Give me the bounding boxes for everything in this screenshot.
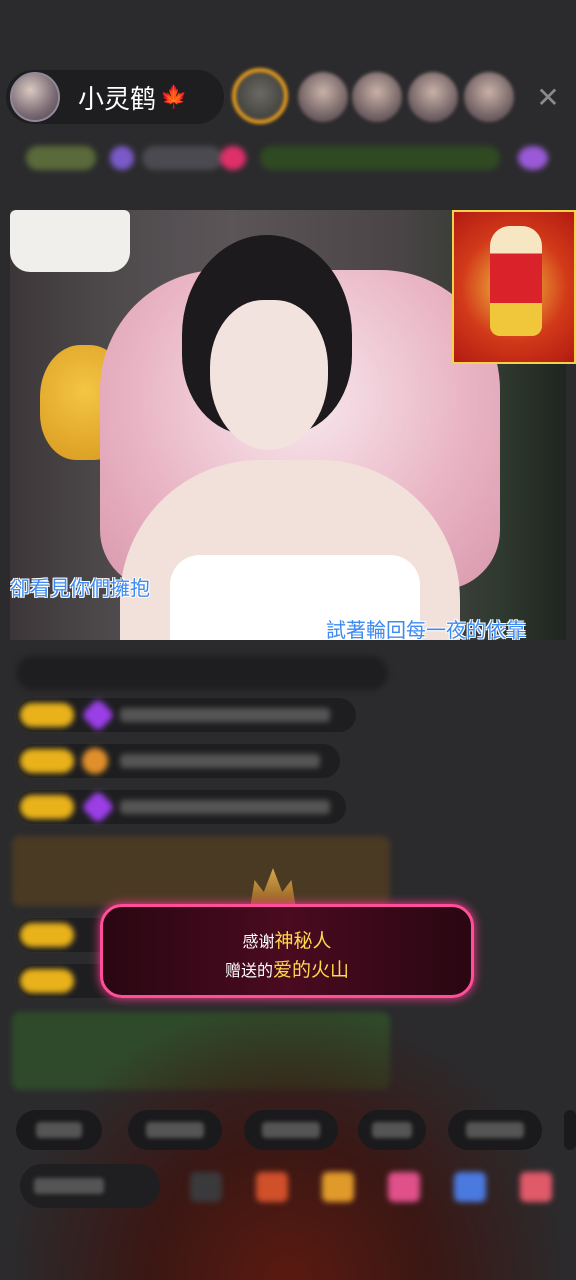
quick-reply-button[interactable] [358,1110,426,1150]
gift-notification: 感谢神秘人 赠送的爱的火山 [100,904,474,998]
lamp [10,210,130,272]
gift-icon [82,748,108,774]
viewer-avatar[interactable] [298,72,348,122]
gift-name-line: 赠送的爱的火山 [224,959,350,981]
game-icon[interactable] [454,1172,486,1202]
emoji-icon[interactable] [190,1172,222,1202]
lyric-right: 試著輪回每一夜的依靠 [326,618,526,640]
level-badge [20,749,74,773]
comment-input[interactable] [20,1164,160,1208]
interaction-icon[interactable] [388,1172,420,1202]
quick-reply-button[interactable] [16,1110,102,1150]
level-badge [20,795,74,819]
streamer-face [210,300,328,450]
diamond-icon [81,790,115,824]
ranking-bar[interactable] [14,138,564,178]
viewer-avatar[interactable] [408,72,458,122]
chat-message[interactable] [16,744,340,778]
chat-message[interactable] [16,790,346,824]
more-gift-icon[interactable] [520,1172,552,1202]
quick-reply-button[interactable] [564,1110,576,1150]
gift-name: 爱的火山 [273,959,350,981]
quick-reply-button[interactable] [128,1110,222,1150]
quick-reply-button[interactable] [448,1110,542,1150]
level-badge [20,923,74,947]
gift-thanks-line: 感谢神秘人 [242,930,332,952]
gift-sender: 神秘人 [274,930,332,952]
gift-box-icon[interactable] [256,1172,288,1202]
host-profile-pill[interactable]: 小灵鹤 🍁 [6,70,224,124]
level-badge [20,703,74,727]
close-icon[interactable]: ✕ [530,80,566,116]
fortune-god-figure [490,226,542,336]
chat-message[interactable] [12,836,390,906]
chat-message[interactable] [16,698,356,732]
lyric-left: 卻看見你們擁抱 [10,576,150,600]
diamond-icon [81,698,115,732]
viewer-avatar[interactable] [464,72,514,122]
treasure-icon[interactable] [322,1172,354,1202]
quick-reply-button[interactable] [244,1110,338,1150]
host-avatar[interactable] [10,72,60,122]
fortune-god-sticker [452,210,576,364]
level-badge [20,969,74,993]
viewer-avatar[interactable] [352,72,402,122]
host-name: 小灵鹤 [78,84,157,115]
top-viewer-avatar[interactable] [232,68,288,124]
maple-leaf-icon: 🍁 [160,84,188,110]
chat-message[interactable] [16,656,388,690]
